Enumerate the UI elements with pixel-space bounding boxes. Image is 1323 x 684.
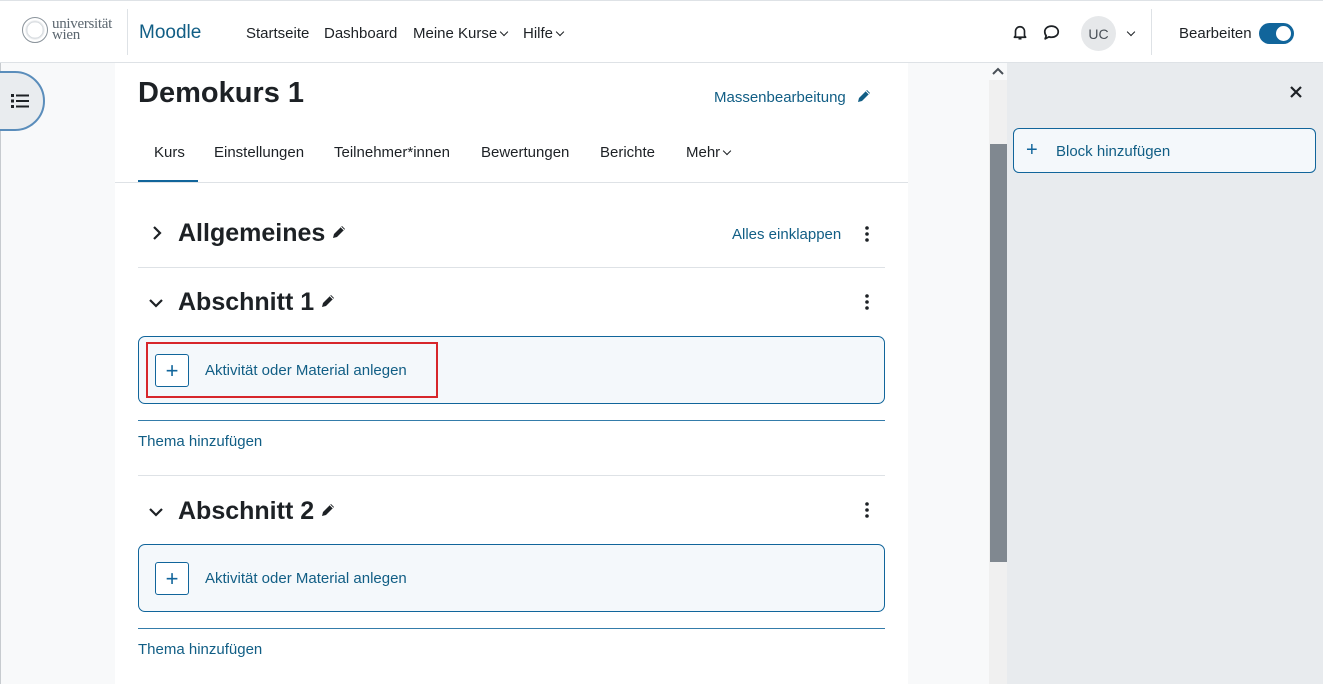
section-abschnitt-2-label: Abschnitt 2	[178, 497, 315, 525]
user-menu-chevron-icon[interactable]	[1126, 27, 1136, 37]
toggle-knob	[1276, 26, 1291, 41]
tabs-divider	[115, 182, 908, 183]
university-logo[interactable]: universität wien	[22, 17, 112, 43]
university-seal-icon	[22, 17, 48, 43]
pencil-icon[interactable]	[320, 293, 336, 309]
tab-bewertungen[interactable]: Bewertungen	[481, 144, 569, 161]
pencil-icon[interactable]	[331, 224, 347, 240]
add-block-label: Block hinzufügen	[1056, 143, 1171, 160]
nav-meine-kurse-label: Meine Kurse	[413, 25, 498, 42]
plus-icon[interactable]: +	[155, 562, 189, 595]
tab-einstellungen[interactable]: Einstellungen	[214, 144, 304, 161]
nav-hilfe[interactable]: Hilfe	[523, 25, 565, 42]
nav-startseite[interactable]: Startseite	[246, 25, 309, 42]
plus-icon: +	[1026, 139, 1038, 161]
add-block-button[interactable]: + Block hinzufügen	[1013, 128, 1316, 173]
course-content: Demokurs 1 Massenbearbeitung Kurs Einste…	[115, 63, 908, 684]
scroll-up-arrow-icon[interactable]	[990, 65, 1006, 77]
section-abschnitt-1-title: Abschnitt 1	[178, 288, 336, 317]
tab-kurs[interactable]: Kurs	[154, 144, 185, 161]
add-activity-box[interactable]: + Aktivität oder Material anlegen	[138, 336, 885, 404]
bulk-edit-label: Massenbearbeitung	[714, 89, 846, 106]
tab-mehr-label: Mehr	[686, 144, 721, 161]
edit-mode-label: Bearbeiten	[1179, 25, 1252, 42]
bulk-edit-link[interactable]: Massenbearbeitung	[714, 89, 872, 106]
brand-divider	[127, 9, 128, 55]
edit-mode-toggle[interactable]	[1259, 23, 1294, 44]
close-icon[interactable]	[1288, 84, 1304, 100]
scrollbar-thumb[interactable]	[990, 144, 1007, 562]
section-divider	[138, 628, 885, 629]
collapse-all-link[interactable]: Alles einklappen	[732, 226, 841, 243]
tab-mehr[interactable]: Mehr	[686, 144, 732, 161]
pencil-icon[interactable]	[320, 502, 336, 518]
add-topic-link[interactable]: Thema hinzufügen	[138, 433, 262, 450]
nav-hilfe-label: Hilfe	[523, 25, 554, 42]
list-icon	[10, 94, 29, 108]
chevron-down-icon[interactable]	[148, 295, 164, 311]
add-activity-label[interactable]: Aktivität oder Material anlegen	[205, 362, 407, 379]
bell-icon[interactable]	[1011, 23, 1029, 41]
nav-dashboard[interactable]: Dashboard	[324, 25, 397, 42]
chevron-down-icon[interactable]	[148, 504, 164, 520]
tab-teilnehmer[interactable]: Teilnehmer*innen	[334, 144, 450, 161]
chevron-down-icon	[499, 27, 509, 37]
kebab-menu-icon[interactable]	[864, 293, 870, 311]
pencil-icon	[857, 90, 870, 103]
site-brand[interactable]: Moodle	[139, 22, 201, 44]
navbar-divider	[1151, 9, 1152, 55]
nav-meine-kurse[interactable]: Meine Kurse	[413, 25, 509, 42]
plus-icon[interactable]: +	[155, 354, 189, 387]
section-divider	[138, 267, 885, 268]
chevron-down-icon	[722, 146, 732, 156]
add-activity-label[interactable]: Aktivität oder Material anlegen	[205, 570, 407, 587]
section-allgemeines-title: Allgemeines	[178, 219, 347, 248]
add-activity-box[interactable]: + Aktivität oder Material anlegen	[138, 544, 885, 612]
chevron-right-icon[interactable]	[149, 225, 165, 241]
logo-line-2: wien	[52, 27, 80, 43]
chat-icon[interactable]	[1042, 23, 1061, 42]
section-allgemeines-label: Allgemeines	[178, 219, 326, 247]
left-edge-line	[0, 63, 1, 684]
tab-berichte[interactable]: Berichte	[600, 144, 655, 161]
chevron-down-icon	[555, 27, 565, 37]
user-avatar[interactable]: UC	[1081, 16, 1116, 51]
kebab-menu-icon[interactable]	[864, 225, 870, 243]
course-index-toggle[interactable]	[0, 71, 45, 131]
top-navbar: universität wien Moodle Startseite Dashb…	[0, 0, 1323, 63]
section-abschnitt-1-label: Abschnitt 1	[178, 288, 315, 316]
section-abschnitt-2-title: Abschnitt 2	[178, 497, 336, 526]
kebab-menu-icon[interactable]	[864, 501, 870, 519]
section-divider	[138, 420, 885, 421]
page-title: Demokurs 1	[138, 77, 305, 109]
section-divider	[138, 475, 885, 476]
add-topic-link[interactable]: Thema hinzufügen	[138, 641, 262, 658]
